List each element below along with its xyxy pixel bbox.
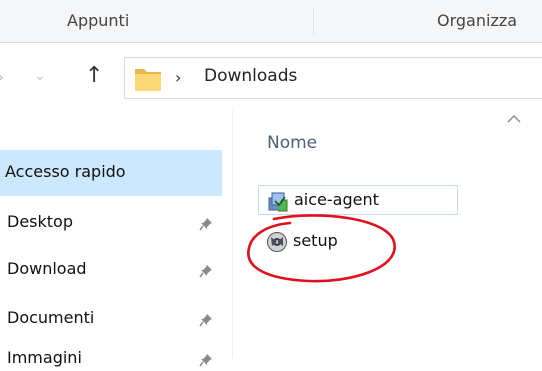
- column-header-name[interactable]: Nome: [267, 133, 317, 153]
- pin-icon: [199, 216, 213, 235]
- pin-icon: [199, 352, 213, 371]
- ribbon-group-clipboard[interactable]: Appunti: [67, 11, 129, 30]
- nav-item-desktop[interactable]: Desktop: [7, 212, 73, 231]
- history-dropdown-button[interactable]: ⌄: [34, 64, 46, 88]
- up-button[interactable]: ↑: [85, 64, 103, 88]
- nav-item-download[interactable]: Download: [7, 259, 87, 278]
- file-row-aice-agent[interactable]: aice-agent: [258, 185, 458, 215]
- nav-item-quick-access[interactable]: Accesso rapido: [5, 162, 126, 181]
- breadcrumb-downloads[interactable]: Downloads: [204, 66, 297, 86]
- sort-ascending-icon: [507, 109, 521, 128]
- ribbon-group-organize[interactable]: Organizza: [437, 11, 517, 30]
- ribbon-bar: Appunti Organizza: [0, 0, 542, 43]
- address-bar[interactable]: › Downloads: [124, 57, 542, 99]
- ribbon-separator: [313, 7, 314, 35]
- pane-divider: [232, 110, 233, 358]
- pin-icon: [199, 312, 213, 331]
- back-button[interactable]: ›: [0, 66, 4, 90]
- nav-item-documents[interactable]: Documenti: [7, 308, 94, 327]
- folder-icon: [134, 65, 162, 96]
- annotation-circle: [238, 212, 404, 290]
- pin-icon: [199, 263, 213, 282]
- file-name: aice-agent: [294, 190, 379, 209]
- breadcrumb-chevron-icon: ›: [175, 68, 182, 87]
- navigation-pane: Accesso rapido Desktop Download Document…: [0, 120, 232, 367]
